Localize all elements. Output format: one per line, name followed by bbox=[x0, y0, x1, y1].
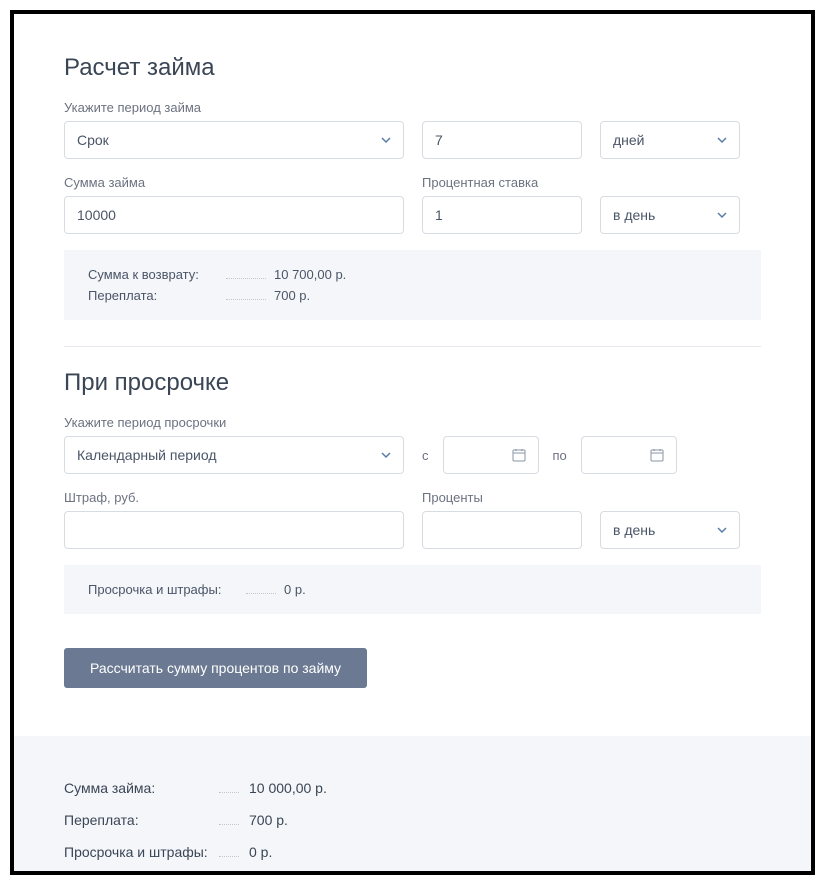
loan-rate-unit-value: в день bbox=[613, 207, 655, 223]
overdue-period-type-select[interactable]: Календарный период bbox=[64, 436, 404, 474]
overdue-percent-label: Проценты bbox=[422, 490, 582, 505]
dots-divider bbox=[219, 824, 239, 825]
dots-divider bbox=[219, 856, 239, 857]
summary-overpay-label: Переплата: bbox=[64, 812, 219, 828]
summary-fines-value: 0 р. bbox=[249, 844, 272, 860]
overdue-to-label: по bbox=[553, 448, 567, 463]
chevron-down-icon bbox=[381, 135, 391, 145]
loan-amount-label: Сумма займа bbox=[64, 175, 404, 190]
overdue-from-date-input[interactable] bbox=[443, 436, 539, 474]
overdue-fine-label: Штраф, руб. bbox=[64, 490, 404, 505]
loan-period-value-input[interactable]: 7 bbox=[422, 121, 582, 159]
calculate-button[interactable]: Рассчитать сумму процентов по займу bbox=[64, 648, 367, 688]
loan-amount-value: 10000 bbox=[77, 207, 116, 223]
summary-loan-label: Сумма займа: bbox=[64, 780, 219, 796]
chevron-down-icon bbox=[717, 135, 727, 145]
loan-period-value-text: 7 bbox=[435, 132, 443, 148]
calendar-icon bbox=[650, 448, 664, 462]
dots-divider bbox=[246, 593, 276, 594]
chevron-down-icon bbox=[381, 450, 391, 460]
overdue-percent-input[interactable] bbox=[422, 511, 582, 549]
loan-rate-label: Процентная ставка bbox=[422, 175, 582, 190]
loan-rate-input[interactable]: 1 bbox=[422, 196, 582, 234]
chevron-down-icon bbox=[717, 525, 727, 535]
overdue-result-value: 0 р. bbox=[284, 582, 364, 597]
loan-period-unit-select[interactable]: дней bbox=[600, 121, 740, 159]
loan-period-label: Укажите период займа bbox=[64, 100, 761, 115]
summary-loan-value: 10 000,00 р. bbox=[249, 780, 327, 796]
overdue-title: При просрочке bbox=[64, 369, 761, 397]
loan-period-type-select[interactable]: Срок bbox=[64, 121, 404, 159]
summary-panel: Сумма займа: 10 000,00 р. Переплата: 700… bbox=[14, 736, 811, 875]
overdue-period-type-value: Календарный период bbox=[77, 447, 217, 463]
dots-divider bbox=[226, 299, 266, 300]
loan-title: Расчет займа bbox=[64, 54, 761, 82]
loan-rate-value: 1 bbox=[435, 207, 443, 223]
summary-overpay-value: 700 р. bbox=[249, 812, 288, 828]
loan-period-unit-value: дней bbox=[613, 132, 645, 148]
loan-return-value: 10 700,00 р. bbox=[274, 267, 354, 282]
dots-divider bbox=[226, 278, 266, 279]
loan-result-box: Сумма к возврату: 10 700,00 р. Переплата… bbox=[64, 250, 761, 320]
overdue-fine-input[interactable] bbox=[64, 511, 404, 549]
summary-fines-label: Просрочка и штрафы: bbox=[64, 844, 219, 860]
loan-rate-unit-select[interactable]: в день bbox=[600, 196, 740, 234]
overdue-from-label: с bbox=[422, 448, 429, 463]
dots-divider bbox=[219, 792, 239, 793]
loan-overpay-value: 700 р. bbox=[274, 288, 354, 303]
loan-period-type-value: Срок bbox=[77, 132, 109, 148]
chevron-down-icon bbox=[717, 210, 727, 220]
overdue-to-date-input[interactable] bbox=[581, 436, 677, 474]
overdue-percent-unit-select[interactable]: в день bbox=[600, 511, 740, 549]
loan-overpay-label: Переплата: bbox=[88, 288, 218, 303]
overdue-result-label: Просрочка и штрафы: bbox=[88, 582, 238, 597]
loan-amount-input[interactable]: 10000 bbox=[64, 196, 404, 234]
overdue-result-box: Просрочка и штрафы: 0 р. bbox=[64, 565, 761, 614]
overdue-period-label: Укажите период просрочки bbox=[64, 415, 761, 430]
overdue-percent-unit-value: в день bbox=[613, 522, 655, 538]
calendar-icon bbox=[512, 448, 526, 462]
section-divider bbox=[64, 346, 761, 347]
loan-return-label: Сумма к возврату: bbox=[88, 267, 218, 282]
